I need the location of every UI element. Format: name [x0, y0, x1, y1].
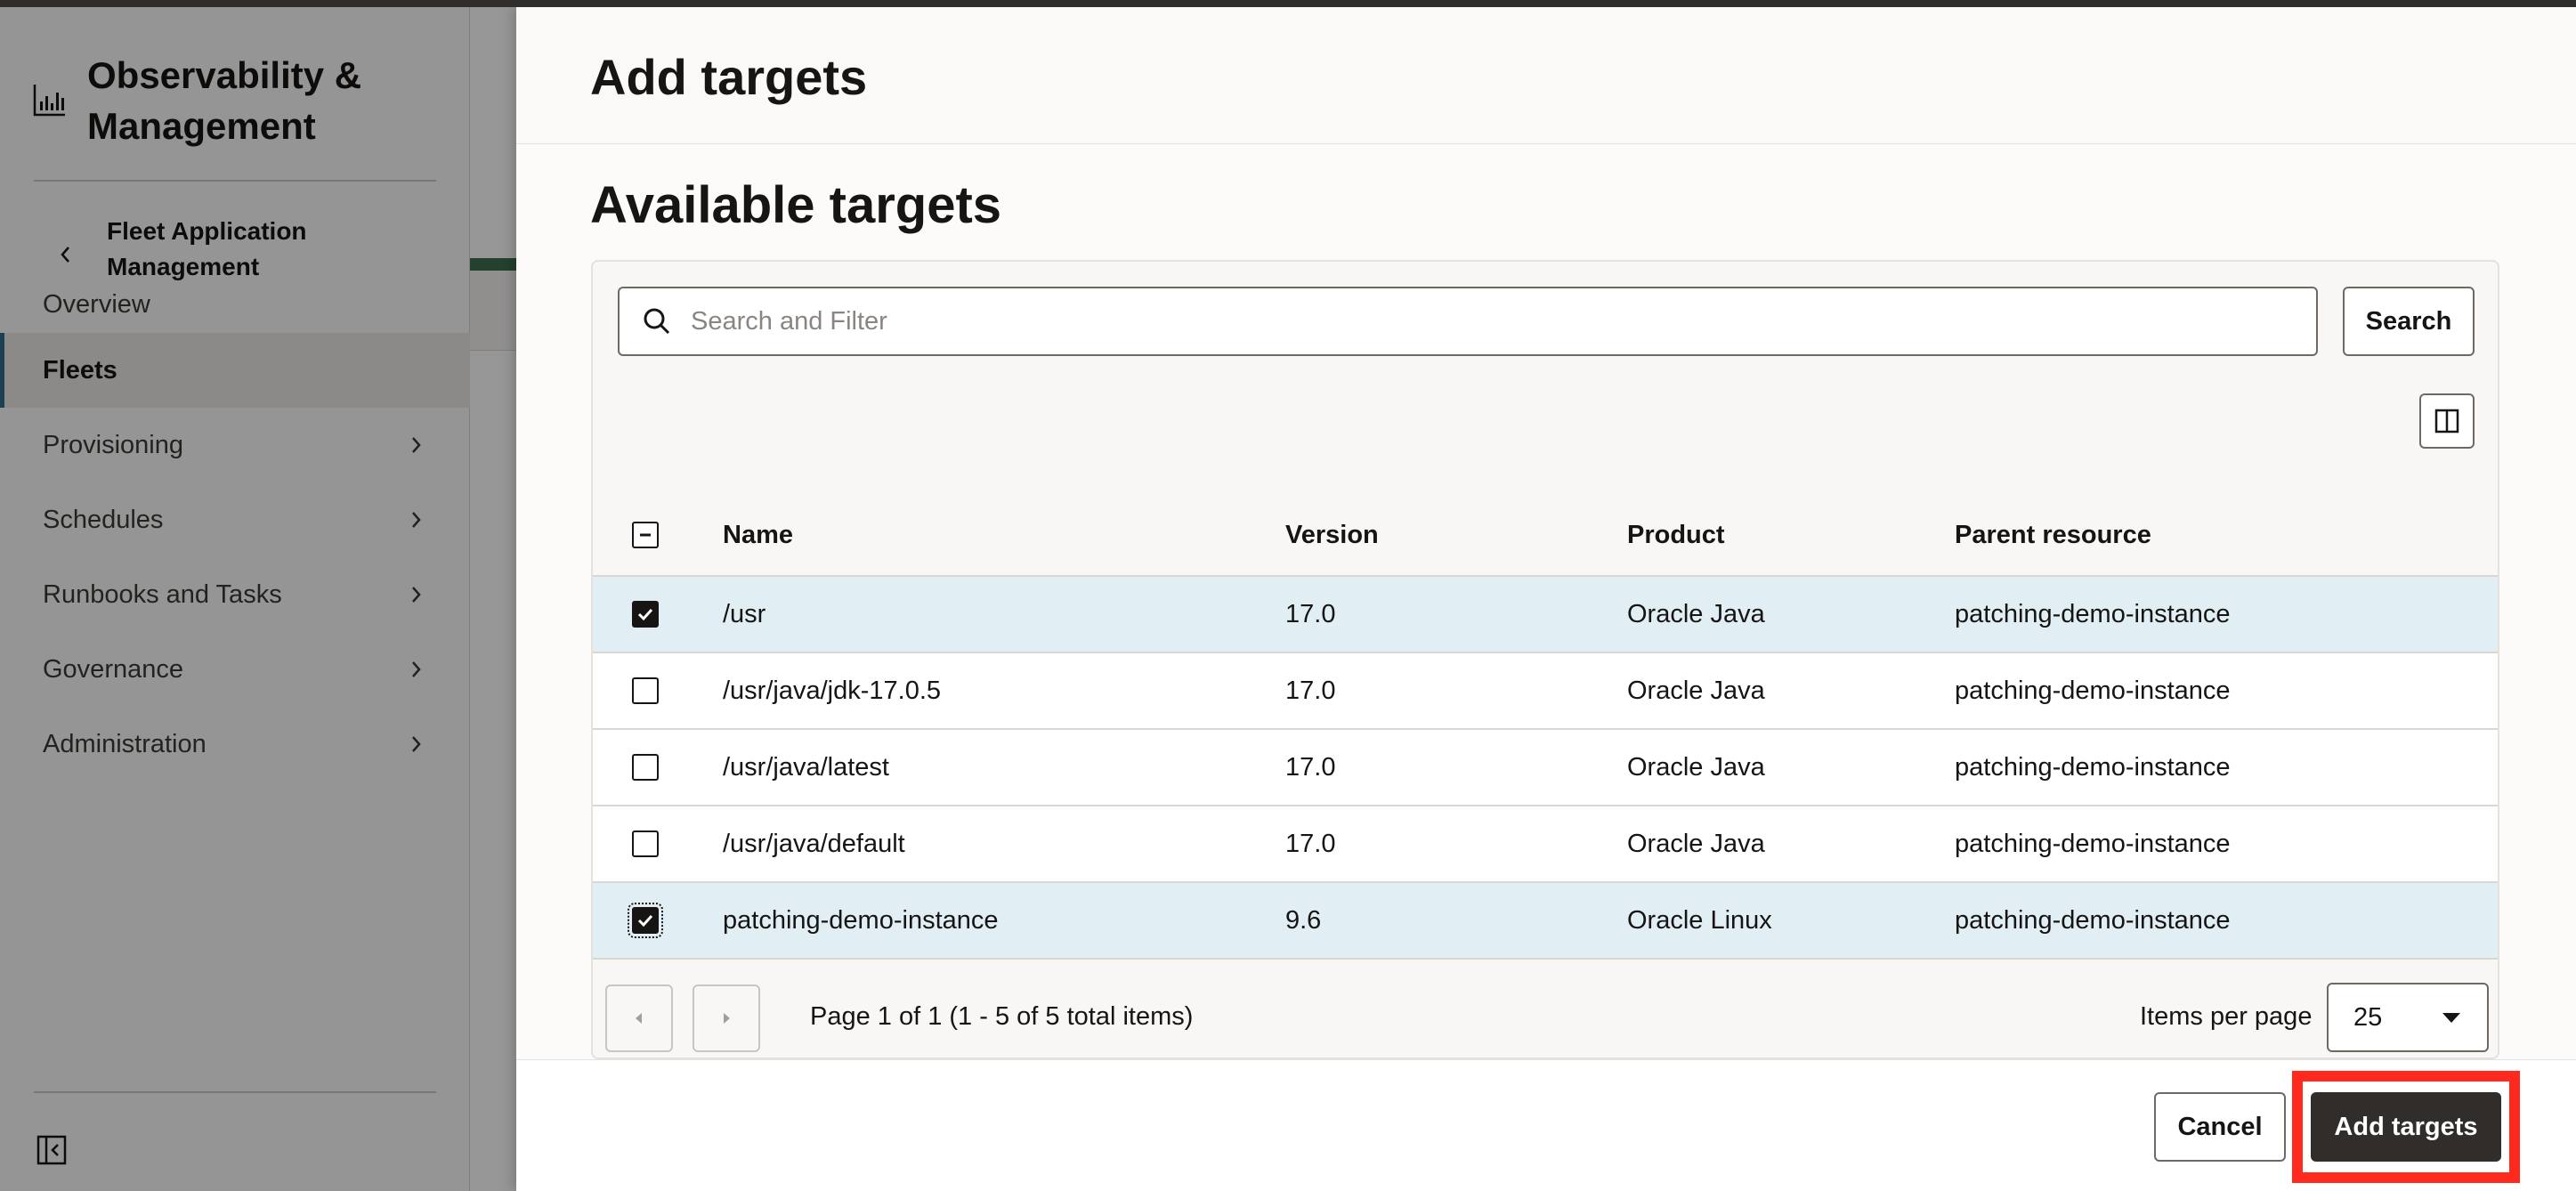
cell-parent-resource: patching-demo-instance [1955, 829, 2231, 858]
row-checkbox[interactable] [632, 677, 659, 704]
row-select-cell [593, 903, 723, 938]
search-icon [644, 308, 670, 335]
checkmark-icon [637, 608, 653, 621]
cell-name: /usr/java/jdk-17.0.5 [723, 676, 942, 705]
row-select-cell [593, 830, 723, 857]
cell-name: patching-demo-instance [723, 905, 999, 935]
cell-product: Oracle Linux [1627, 905, 1772, 935]
section-title: Available targets [590, 176, 1002, 234]
caret-down-icon [2442, 1012, 2460, 1023]
column-header-parent-resource[interactable]: Parent resource [1955, 521, 2489, 550]
cell-parent-resource: patching-demo-instance [1955, 905, 2231, 935]
items-per-page-label: Items per page [2140, 1002, 2313, 1031]
targets-table-panel: Search Name Version Product Parent resou… [591, 260, 2499, 1059]
row-select-cell [593, 601, 723, 628]
cell-parent-resource: patching-demo-instance [1955, 752, 2231, 782]
row-checkbox[interactable] [632, 601, 659, 628]
pagination-summary: Page 1 of 1 (1 - 5 of 5 total items) [810, 1002, 1194, 1031]
table-row[interactable]: /usr 17.0 Oracle Java patching-demo-inst… [593, 577, 2498, 653]
drawer-title: Add targets [590, 49, 868, 105]
add-targets-drawer: Add targets Available targets Search and… [516, 7, 2576, 1191]
pagination: Page 1 of 1 (1 - 5 of 5 total items) Ite… [593, 972, 2498, 1057]
cell-product: Oracle Java [1627, 599, 1765, 628]
select-all-cell [593, 522, 723, 548]
cell-version: 17.0 [1285, 752, 1336, 782]
checkmark-icon [637, 914, 653, 928]
row-checkbox[interactable] [632, 754, 659, 781]
modal-overlay[interactable] [0, 7, 516, 1191]
cell-name: /usr/java/default [723, 829, 905, 858]
caret-right-icon [724, 1013, 730, 1024]
table-row[interactable]: /usr/java/jdk-17.0.5 17.0 Oracle Java pa… [593, 653, 2498, 730]
manage-columns-button[interactable] [2419, 393, 2475, 449]
cell-name: /usr [723, 599, 766, 628]
drawer-header: Add targets [516, 7, 2576, 144]
cell-version: 9.6 [1285, 905, 1322, 935]
search-field[interactable] [618, 287, 2318, 356]
row-select-cell [593, 677, 723, 704]
search-input[interactable] [691, 306, 2275, 336]
column-header-version[interactable]: Version [1285, 521, 1627, 550]
cell-version: 17.0 [1285, 829, 1336, 858]
next-page-button[interactable] [693, 984, 760, 1052]
items-per-page-select[interactable]: 25 [2327, 983, 2489, 1052]
drawer-footer: Cancel Add targets [516, 1059, 2576, 1191]
cell-parent-resource: patching-demo-instance [1955, 676, 2231, 705]
previous-page-button[interactable] [605, 984, 673, 1052]
cell-product: Oracle Java [1627, 676, 1765, 705]
cell-name: /usr/java/latest [723, 752, 889, 782]
search-button[interactable]: Search [2343, 287, 2475, 356]
column-header-product[interactable]: Product [1627, 521, 1955, 550]
row-checkbox[interactable] [628, 903, 663, 938]
add-targets-button[interactable]: Add targets [2311, 1092, 2501, 1162]
cancel-button[interactable]: Cancel [2154, 1092, 2286, 1162]
caret-left-icon [636, 1013, 642, 1024]
cell-version: 17.0 [1285, 599, 1336, 628]
targets-table: Name Version Product Parent resource /us… [593, 495, 2498, 960]
select-all-checkbox[interactable] [632, 522, 659, 548]
cell-product: Oracle Java [1627, 829, 1765, 858]
row-checkbox[interactable] [632, 830, 659, 857]
table-header: Name Version Product Parent resource [593, 495, 2498, 577]
table-row[interactable]: /usr/java/default 17.0 Oracle Java patch… [593, 806, 2498, 883]
items-per-page-value: 25 [2353, 1002, 2383, 1032]
cell-product: Oracle Java [1627, 752, 1765, 782]
cell-version: 17.0 [1285, 676, 1336, 705]
cell-parent-resource: patching-demo-instance [1955, 599, 2231, 628]
table-row[interactable]: /usr/java/latest 17.0 Oracle Java patchi… [593, 730, 2498, 806]
indeterminate-icon [640, 533, 651, 537]
column-header-name[interactable]: Name [723, 521, 1285, 550]
table-row[interactable]: patching-demo-instance 9.6 Oracle Linux … [593, 883, 2498, 960]
row-select-cell [593, 754, 723, 781]
columns-icon [2434, 409, 2459, 433]
top-bar [0, 0, 2576, 7]
